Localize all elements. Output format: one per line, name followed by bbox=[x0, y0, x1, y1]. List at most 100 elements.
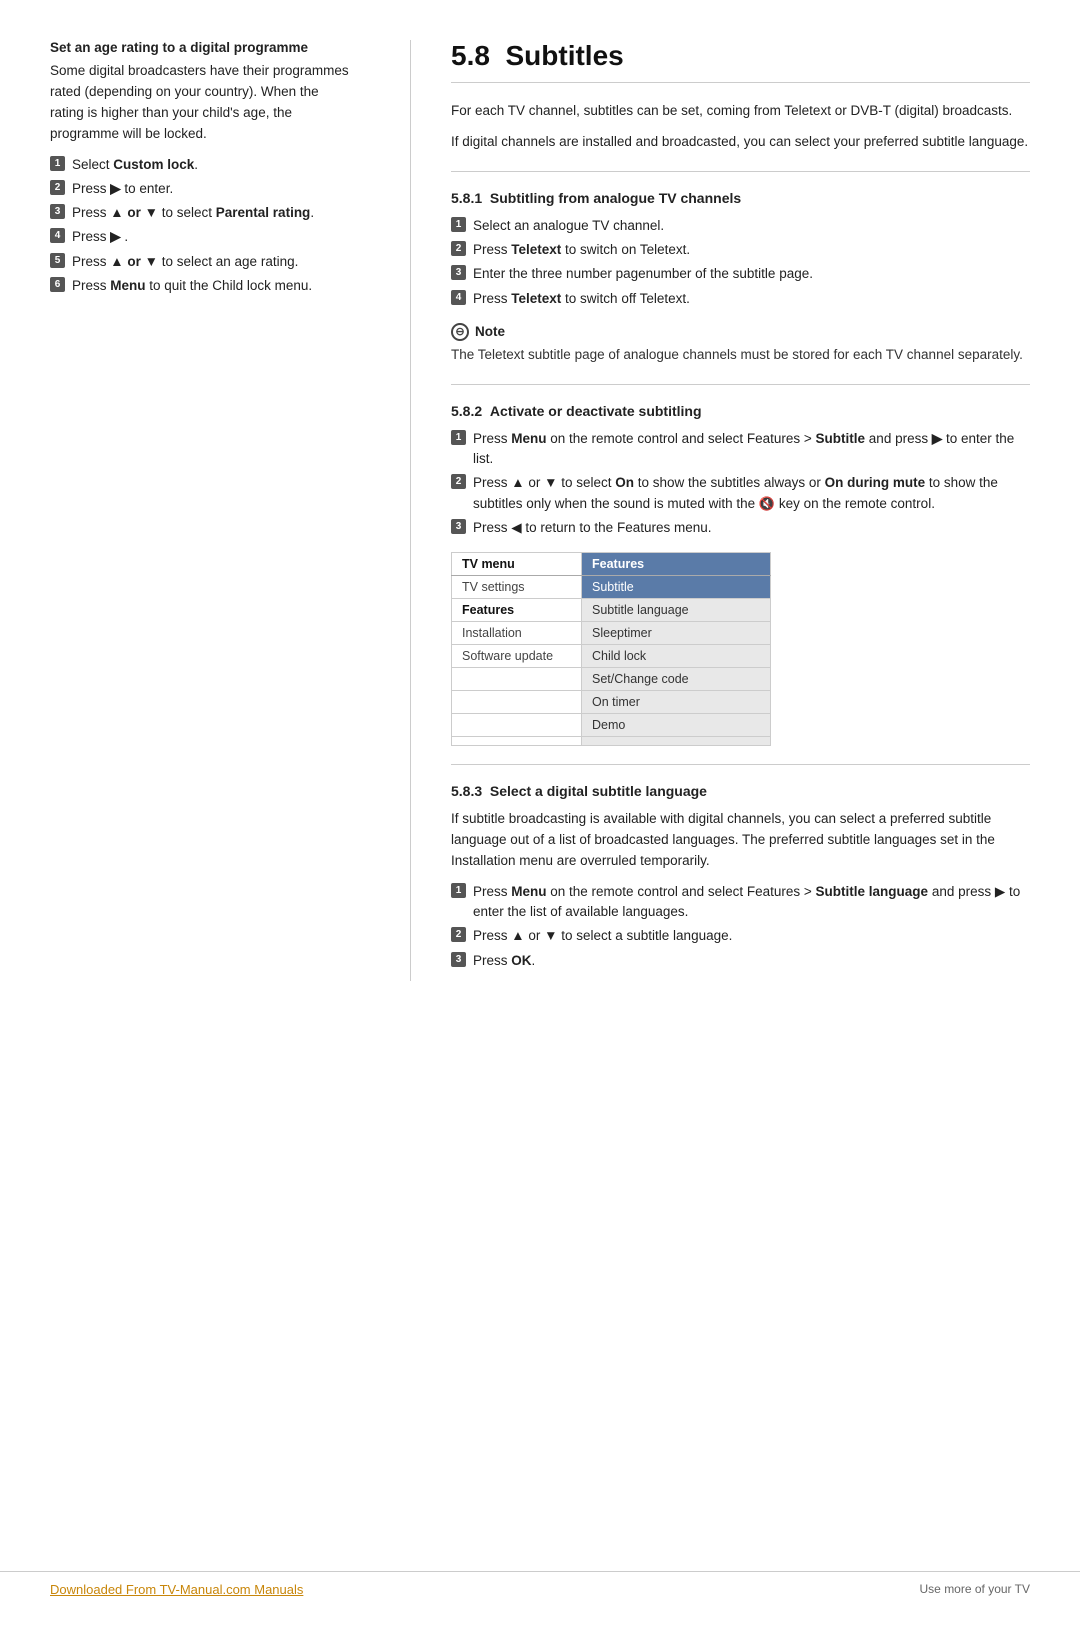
list-item: 1 Select Custom lock. bbox=[50, 155, 350, 175]
list-item: 2 Press ▲ or ▼ to select On to show the … bbox=[451, 473, 1030, 514]
table-row: TV settings Subtitle bbox=[452, 576, 771, 599]
list-item: 4 Press ▶ . bbox=[50, 227, 350, 247]
step-number: 3 bbox=[451, 265, 466, 280]
table-cell-right: Sleeptimer bbox=[582, 622, 771, 645]
list-item: 3 Press OK. bbox=[451, 951, 1030, 971]
step-number: 2 bbox=[451, 927, 466, 942]
table-header-row: TV menu Features bbox=[452, 553, 771, 576]
step-text: Press ▲ or ▼ to select On to show the su… bbox=[473, 473, 1030, 514]
note-label: Note bbox=[475, 324, 505, 339]
step-number: 4 bbox=[451, 290, 466, 305]
tv-menu-table: TV menu Features TV settings Subtitle Fe… bbox=[451, 552, 771, 746]
step-number: 6 bbox=[50, 277, 65, 292]
table-row: Demo bbox=[452, 714, 771, 737]
table-cell-left bbox=[452, 691, 582, 714]
table-cell-left: Features bbox=[452, 599, 582, 622]
footer: Downloaded From TV-Manual.com Manuals Us… bbox=[0, 1571, 1080, 1597]
table-cell-right: Demo bbox=[582, 714, 771, 737]
step-text: Press Menu on the remote control and sel… bbox=[473, 882, 1030, 923]
step-number: 2 bbox=[451, 474, 466, 489]
step-text: Press ▶ to enter. bbox=[72, 179, 350, 199]
step-number: 5 bbox=[50, 253, 65, 268]
table-header-left: TV menu bbox=[452, 553, 582, 576]
step-list-581: 1 Select an analogue TV channel. 2 Press… bbox=[451, 216, 1030, 309]
step-number: 3 bbox=[451, 519, 466, 534]
divider bbox=[451, 764, 1030, 765]
note-text: The Teletext subtitle page of analogue c… bbox=[451, 345, 1030, 366]
footer-right-text: Use more of your TV bbox=[920, 1582, 1030, 1597]
step-text: Press ◀ to return to the Features menu. bbox=[473, 518, 1030, 538]
table-cell-right: Child lock bbox=[582, 645, 771, 668]
section-title: 5.8 Subtitles bbox=[451, 40, 1030, 83]
step-number: 3 bbox=[50, 204, 65, 219]
step-text: Press ▶ . bbox=[72, 227, 350, 247]
divider bbox=[451, 384, 1030, 385]
left-intro: Some digital broadcasters have their pro… bbox=[50, 61, 350, 145]
list-item: 2 Press ▶ to enter. bbox=[50, 179, 350, 199]
step-text: Press ▲ or ▼ to select Parental rating. bbox=[72, 203, 350, 223]
table-cell-right: On timer bbox=[582, 691, 771, 714]
step-number: 2 bbox=[451, 241, 466, 256]
step-text: Press OK. bbox=[473, 951, 1030, 971]
step-number: 4 bbox=[50, 228, 65, 243]
list-item: 1 Press Menu on the remote control and s… bbox=[451, 882, 1030, 923]
step-list-582: 1 Press Menu on the remote control and s… bbox=[451, 429, 1030, 538]
table-cell-right: Subtitle bbox=[582, 576, 771, 599]
table-cell-left bbox=[452, 737, 582, 746]
list-item: 5 Press ▲ or ▼ to select an age rating. bbox=[50, 252, 350, 272]
footer-link[interactable]: Downloaded From TV-Manual.com Manuals bbox=[50, 1582, 303, 1597]
table-cell-left bbox=[452, 668, 582, 691]
list-item: 4 Press Teletext to switch off Teletext. bbox=[451, 289, 1030, 309]
step-number: 1 bbox=[451, 883, 466, 898]
list-item: 3 Press ◀ to return to the Features menu… bbox=[451, 518, 1030, 538]
step-text: Select Custom lock. bbox=[72, 155, 350, 175]
table-row: Software update Child lock bbox=[452, 645, 771, 668]
step-number: 1 bbox=[451, 430, 466, 445]
list-item: 1 Select an analogue TV channel. bbox=[451, 216, 1030, 236]
step-text: Press ▲ or ▼ to select a subtitle langua… bbox=[473, 926, 1030, 946]
step-number: 1 bbox=[451, 217, 466, 232]
note-title: ⊖ Note bbox=[451, 323, 1030, 341]
list-item: 2 Press ▲ or ▼ to select a subtitle lang… bbox=[451, 926, 1030, 946]
step-list-583: 1 Press Menu on the remote control and s… bbox=[451, 882, 1030, 971]
step-text: Press ▲ or ▼ to select an age rating. bbox=[72, 252, 350, 272]
table-cell-right bbox=[582, 737, 771, 746]
step-text: Press Teletext to switch on Teletext. bbox=[473, 240, 1030, 260]
table-cell-right: Subtitle language bbox=[582, 599, 771, 622]
table-cell-left: Software update bbox=[452, 645, 582, 668]
subsection-582-title: 5.8.2 Activate or deactivate subtitling bbox=[451, 403, 1030, 419]
subsection-583-intro: If subtitle broadcasting is available wi… bbox=[451, 809, 1030, 872]
list-item: 2 Press Teletext to switch on Teletext. bbox=[451, 240, 1030, 260]
table-cell-left: Installation bbox=[452, 622, 582, 645]
subsection-581-title: 5.8.1 Subtitling from analogue TV channe… bbox=[451, 190, 1030, 206]
list-item: 1 Press Menu on the remote control and s… bbox=[451, 429, 1030, 470]
note-icon: ⊖ bbox=[451, 323, 469, 341]
table-cell-left: TV settings bbox=[452, 576, 582, 599]
step-number: 1 bbox=[50, 156, 65, 171]
left-heading: Set an age rating to a digital programme bbox=[50, 40, 350, 55]
step-number: 3 bbox=[451, 952, 466, 967]
step-text: Press Teletext to switch off Teletext. bbox=[473, 289, 1030, 309]
table-header-right: Features bbox=[582, 553, 771, 576]
right-column: 5.8 Subtitles For each TV channel, subti… bbox=[410, 40, 1030, 981]
step-text: Press Menu on the remote control and sel… bbox=[473, 429, 1030, 470]
table-cell-right: Set/Change code bbox=[582, 668, 771, 691]
list-item: 6 Press Menu to quit the Child lock menu… bbox=[50, 276, 350, 296]
table-row: Set/Change code bbox=[452, 668, 771, 691]
table-row: On timer bbox=[452, 691, 771, 714]
step-text: Press Menu to quit the Child lock menu. bbox=[72, 276, 350, 296]
step-text: Enter the three number pagenumber of the… bbox=[473, 264, 1030, 284]
table-row: Features Subtitle language bbox=[452, 599, 771, 622]
list-item: 3 Press ▲ or ▼ to select Parental rating… bbox=[50, 203, 350, 223]
left-column: Set an age rating to a digital programme… bbox=[50, 40, 370, 981]
note-box-581: ⊖ Note The Teletext subtitle page of ana… bbox=[451, 323, 1030, 366]
list-item: 3 Enter the three number pagenumber of t… bbox=[451, 264, 1030, 284]
section-intro-1: For each TV channel, subtitles can be se… bbox=[451, 101, 1030, 122]
table-row: Installation Sleeptimer bbox=[452, 622, 771, 645]
step-number: 2 bbox=[50, 180, 65, 195]
table-row bbox=[452, 737, 771, 746]
table-cell-left bbox=[452, 714, 582, 737]
subsection-583-title: 5.8.3 Select a digital subtitle language bbox=[451, 783, 1030, 799]
step-text: Select an analogue TV channel. bbox=[473, 216, 1030, 236]
divider bbox=[451, 171, 1030, 172]
